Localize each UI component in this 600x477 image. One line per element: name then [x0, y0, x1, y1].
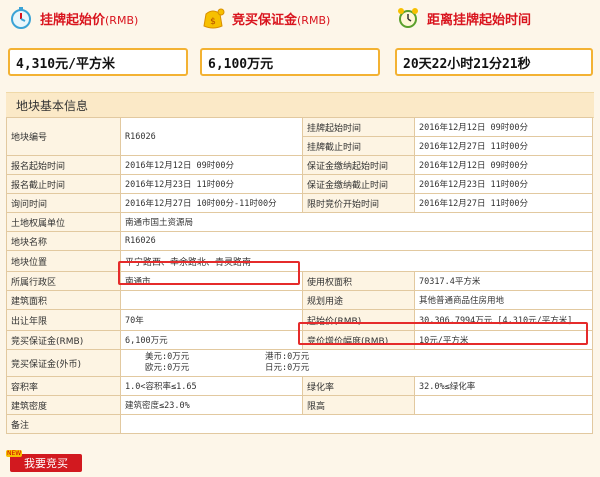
start-price-card: 挂牌起始价(RMB) 4,310元/平方米 — [8, 4, 188, 82]
owner-unit-key: 土地权属单位 — [6, 212, 121, 232]
parcel-no-value: R16026 — [120, 117, 303, 156]
table-row: 出让年限 70年 起始价(RMB) 30,306.7994万元 [4,310元/… — [6, 309, 593, 331]
use-area-value: 70317.4平方米 — [414, 271, 593, 291]
section-title: 地块基本信息 — [16, 99, 89, 113]
deposit-label: 竞买保证金(RMB) — [232, 12, 331, 28]
countdown-label: 距离挂牌起始时间 — [427, 12, 532, 28]
inquiry-time-key: 询问时间 — [6, 193, 121, 213]
stopwatch-icon — [8, 6, 34, 30]
lease-term-value: 70年 — [120, 309, 303, 331]
inquiry-time-value: 2016年12月27日 10时00分-11时00分 — [120, 193, 303, 213]
bid-deposit-value: 6,100万元 — [120, 330, 303, 350]
planned-use-key: 规划用途 — [302, 290, 415, 310]
signup-start-key: 报名起始时间 — [6, 155, 121, 175]
deposit-card: $ 竞买保证金(RMB) 6,100万元 — [200, 4, 380, 82]
bid-deposit-key: 竞买保证金(RMB) — [6, 330, 121, 350]
deposit-value: 6,100万元 — [200, 48, 380, 76]
table-row: 竞买保证金(RMB) 6,100万元 竞价增价幅度(RMB) 10元/平方米 — [6, 330, 593, 350]
bid-increment-key: 竞价增价幅度(RMB) — [302, 330, 415, 350]
foreign-deposit-value: 美元:0万元 欧元:0万元 港币:0万元 日元:0万元 — [120, 349, 593, 377]
money-bag-icon: $ — [200, 6, 226, 30]
planned-use-value: 其他普通商品住房用地 — [414, 290, 593, 310]
building-density-value: 建筑密度≤23.0% — [120, 395, 303, 415]
location-key: 地块位置 — [6, 250, 121, 272]
start-price-value: 4,310元/平方米 — [8, 48, 188, 76]
listing-end-key: 挂牌截止时间 — [302, 136, 415, 156]
bid-button[interactable]: NEW 我要竞买 — [6, 450, 82, 472]
table-row: 建筑密度 建筑密度≤23.0% 限高 — [6, 395, 593, 415]
green-rate-value: 32.0%≤绿化率 — [414, 376, 593, 396]
hkd-amount: 港币:0万元 — [265, 352, 310, 362]
alarm-clock-icon — [395, 6, 421, 30]
building-area-value — [120, 290, 303, 310]
deposit-end-value: 2016年12月23日 11时00分 — [414, 174, 593, 194]
table-row: 地块位置 平宁路西、幸余路北、青灵路南 — [6, 250, 593, 272]
countdown-header: 距离挂牌起始时间 — [395, 4, 531, 32]
height-limit-value — [414, 395, 593, 415]
lease-term-key: 出让年限 — [6, 309, 121, 331]
timed-bid-start-value: 2016年12月27日 11时00分 — [414, 193, 593, 213]
plot-ratio-value: 1.0<容积率≤1.65 — [120, 376, 303, 396]
remarks-key: 备注 — [6, 414, 121, 434]
table-row: 地块名称 R16026 — [6, 231, 593, 251]
bid-increment-value: 10元/平方米 — [414, 330, 593, 350]
district-value: 南通市 — [120, 271, 303, 291]
parcel-no-key: 地块编号 — [6, 117, 121, 156]
summary-cards: 挂牌起始价(RMB) 4,310元/平方米 $ 竞买保证金(RMB) 6,100… — [0, 0, 600, 86]
location-value: 平宁路西、幸余路北、青灵路南 — [120, 250, 593, 272]
usd-amount: 美元:0万元 — [145, 352, 190, 362]
foreign-deposit-key: 竞买保证金(外币) — [6, 349, 121, 377]
table-row: 报名截止时间 2016年12月23日 11时00分 保证金缴纳截止时间 2016… — [6, 174, 593, 194]
signup-end-value: 2016年12月23日 11时00分 — [120, 174, 303, 194]
table-row: 竞买保证金(外币) 美元:0万元 欧元:0万元 港币:0万元 日元:0万元 — [6, 349, 593, 377]
signup-end-key: 报名截止时间 — [6, 174, 121, 194]
deposit-header: $ 竞买保证金(RMB) — [200, 4, 330, 32]
eur-amount: 欧元:0万元 — [145, 363, 190, 373]
table-row: 所属行政区 南通市 使用权面积 70317.4平方米 — [6, 271, 593, 291]
deposit-start-key: 保证金缴纳起始时间 — [302, 155, 415, 175]
listing-start-value: 2016年12月12日 09时00分 — [414, 117, 593, 137]
svg-text:$: $ — [210, 17, 216, 27]
listing-end-value: 2016年12月27日 11时00分 — [414, 136, 593, 156]
start-price-header: 挂牌起始价(RMB) — [8, 4, 138, 32]
table-row: 地块编号 R16026 挂牌起始时间 2016年12月12日 09时00分 — [6, 117, 593, 156]
building-density-key: 建筑密度 — [6, 395, 121, 415]
table-row: 建筑面积 规划用途 其他普通商品住房用地 — [6, 290, 593, 310]
use-area-key: 使用权面积 — [302, 271, 415, 291]
table-row: 报名起始时间 2016年12月12日 09时00分 保证金缴纳起始时间 2016… — [6, 155, 593, 175]
starting-price-key: 起始价(RMB) — [302, 309, 415, 331]
green-rate-key: 绿化率 — [302, 376, 415, 396]
countdown-value: 20天22小时21分21秒 — [395, 48, 593, 76]
bid-button-label: 我要竞买 — [24, 457, 68, 470]
table-row: 询问时间 2016年12月27日 10时00分-11时00分 限时竞价开始时间 … — [6, 193, 593, 213]
remarks-value — [120, 414, 593, 434]
building-area-key: 建筑面积 — [6, 290, 121, 310]
district-key: 所属行政区 — [6, 271, 121, 291]
section-header: 地块基本信息 — [6, 92, 594, 118]
table-row: 容积率 1.0<容积率≤1.65 绿化率 32.0%≤绿化率 — [6, 376, 593, 396]
deposit-end-key: 保证金缴纳截止时间 — [302, 174, 415, 194]
new-tag: NEW — [6, 450, 23, 457]
land-info-table: 地块编号 R16026 挂牌起始时间 2016年12月12日 09时00分 挂牌… — [6, 117, 593, 434]
start-price-label: 挂牌起始价(RMB) — [40, 12, 139, 28]
signup-start-value: 2016年12月12日 09时00分 — [120, 155, 303, 175]
timed-bid-start-key: 限时竞价开始时间 — [302, 193, 415, 213]
owner-unit-value: 南通市国土资源局 — [120, 212, 593, 232]
jpy-amount: 日元:0万元 — [265, 363, 310, 373]
parcel-name-key: 地块名称 — [6, 231, 121, 251]
listing-start-key: 挂牌起始时间 — [302, 117, 415, 137]
parcel-name-value: R16026 — [120, 231, 593, 251]
plot-ratio-key: 容积率 — [6, 376, 121, 396]
height-limit-key: 限高 — [302, 395, 415, 415]
table-row: 备注 — [6, 414, 593, 434]
table-row: 土地权属单位 南通市国土资源局 — [6, 212, 593, 232]
starting-price-value: 30,306.7994万元 [4,310元/平方米] — [414, 309, 593, 331]
deposit-start-value: 2016年12月12日 09时00分 — [414, 155, 593, 175]
countdown-card: 距离挂牌起始时间 20天22小时21分21秒 — [395, 4, 593, 82]
